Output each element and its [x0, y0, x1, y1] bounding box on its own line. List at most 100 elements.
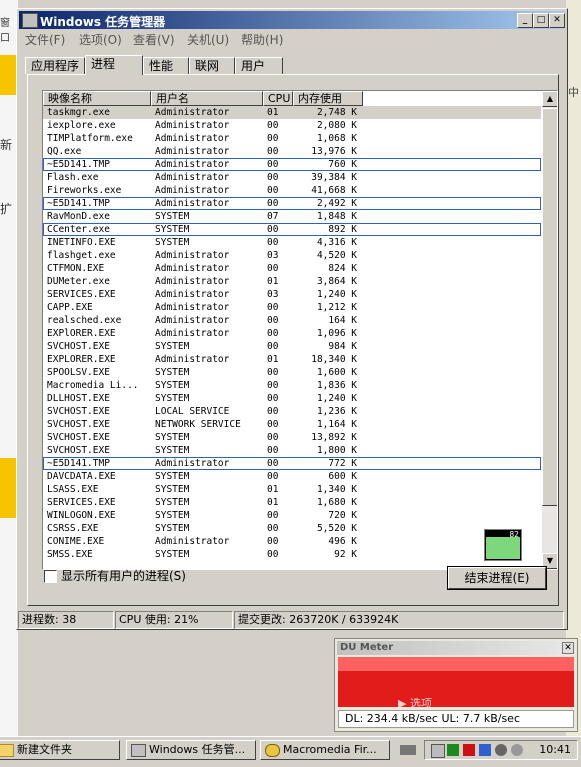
taskbar-button-fireworks[interactable]: Macromedia Fir... [260, 740, 390, 760]
process-row[interactable]: SVCHOST.EXE SYSTEM 00 13,892 K [43, 431, 541, 444]
column-header-image-name[interactable]: 映像名称 [43, 91, 151, 106]
scroll-thumb[interactable] [542, 108, 557, 506]
process-cpu: 00 [267, 393, 279, 404]
du-meter-options-label[interactable]: ▶ 选项 [398, 695, 432, 707]
process-row[interactable]: SVCHOST.EXE SYSTEM 00 984 K [43, 340, 541, 353]
process-name: RavMonD.exe [47, 211, 110, 222]
title-bar[interactable]: Windows 任务管理器 _ □ ✕ [19, 11, 565, 29]
process-row[interactable]: EXPLORER.EXE Administrator 01 18,340 K [43, 353, 541, 366]
process-name: QQ.exe [47, 146, 82, 157]
process-memory: 3,864 K [316, 276, 357, 287]
process-row[interactable]: realsched.exe Administrator 00 164 K [43, 314, 541, 327]
tab-networking[interactable]: 联网 [189, 57, 235, 74]
process-user: SYSTEM [155, 549, 190, 560]
tray-antivirus-icon[interactable] [463, 744, 475, 756]
keyboard-icon[interactable] [400, 745, 416, 755]
system-tray: 10:41 [424, 740, 578, 760]
process-row[interactable]: ~E5D141.TMP Administrator 00 2,492 K [43, 197, 541, 210]
process-row[interactable]: flashget.exe Administrator 03 4,520 K [43, 249, 541, 262]
process-row[interactable]: SVCHOST.EXE SYSTEM 00 1,800 K [43, 444, 541, 457]
process-cpu: 01 [267, 354, 279, 365]
column-header-cpu[interactable]: CPU [263, 91, 293, 106]
process-row[interactable]: SPOOLSV.EXE SYSTEM 00 1,600 K [43, 366, 541, 379]
process-name: CCenter.exe [47, 224, 110, 235]
tab-applications[interactable]: 应用程序 [25, 57, 85, 74]
process-row[interactable]: CCenter.exe SYSTEM 00 892 K [43, 223, 541, 236]
process-row[interactable]: QQ.exe Administrator 00 13,976 K [43, 145, 541, 158]
du-meter-close-icon[interactable]: ✕ [562, 642, 574, 654]
end-process-button[interactable]: 结束进程(E) [447, 566, 547, 590]
menu-file[interactable]: 文件(F) [25, 31, 65, 48]
tray-meter-icon[interactable] [447, 744, 459, 756]
show-all-users-label[interactable]: 显示所有用户的进程(S) [61, 567, 186, 584]
close-button[interactable]: ✕ [549, 13, 565, 28]
process-row[interactable]: CAPP.EXE Administrator 00 1,212 K [43, 301, 541, 314]
process-name: flashget.exe [47, 250, 116, 261]
process-row[interactable]: INETINFO.EXE SYSTEM 00 4,316 K [43, 236, 541, 249]
process-row[interactable]: WINLOGON.EXE SYSTEM 00 720 K [43, 509, 541, 522]
process-row[interactable]: EXPlORER.EXE Administrator 00 1,096 K [43, 327, 541, 340]
tab-performance[interactable]: 性能 [143, 57, 189, 74]
process-name: ~E5D141.TMP [47, 198, 110, 209]
tray-app-icon[interactable] [431, 744, 445, 758]
menu-options[interactable]: 选项(O) [79, 31, 122, 48]
process-list[interactable]: 映像名称 用户名 CPU 内存使用 taskmgr.exe Administrat… [42, 90, 558, 570]
process-row[interactable]: Flash.exe Administrator 00 39,384 K [43, 171, 541, 184]
process-row[interactable]: SVCHOST.EXE NETWORK SERVICE 00 1,164 K [43, 418, 541, 431]
status-cpu-usage: CPU 使用: 21% [115, 611, 233, 629]
process-user: Administrator [155, 263, 230, 274]
background-decor [0, 55, 16, 95]
maximize-button[interactable]: □ [533, 13, 549, 28]
process-row[interactable]: SERVICES.EXE Administrator 03 1,240 K [43, 288, 541, 301]
process-memory: 1,240 K [316, 289, 357, 300]
process-row[interactable]: ~E5D141.TMP Administrator 00 772 K [43, 457, 541, 470]
process-memory: 2,748 K [316, 107, 357, 118]
process-row[interactable]: DLLHOST.EXE SYSTEM 00 1,240 K [43, 392, 541, 405]
process-row[interactable]: DUMeter.exe Administrator 01 3,864 K [43, 275, 541, 288]
show-all-users-checkbox[interactable] [44, 570, 57, 583]
scroll-up-button[interactable]: ▲ [542, 91, 557, 107]
process-row[interactable]: SVCHOST.EXE LOCAL SERVICE 00 1,236 K [43, 405, 541, 418]
process-row[interactable]: taskmgr.exe Administrator 01 2,748 K [43, 106, 541, 119]
process-row[interactable]: LSASS.EXE SYSTEM 01 1,340 K [43, 483, 541, 496]
process-row[interactable]: CTFMON.EXE Administrator 00 824 K [43, 262, 541, 275]
process-user: SYSTEM [155, 380, 190, 391]
process-row[interactable]: CSRSS.EXE SYSTEM 00 5,520 K [43, 522, 541, 535]
taskbar-button-label: 新建文件夹 [17, 743, 72, 756]
menu-help[interactable]: 帮助(H) [241, 31, 283, 48]
taskbar-button-task-manager[interactable]: Windows 任务管... [126, 740, 256, 760]
column-header-memory[interactable]: 内存使用 [293, 91, 363, 106]
process-row[interactable]: TIMPlatform.exe Administrator 00 1,068 K [43, 132, 541, 145]
process-user: NETWORK SERVICE [155, 419, 241, 430]
tray-player-icon[interactable] [495, 744, 507, 756]
du-meter-title[interactable]: DU Meter [337, 641, 575, 655]
process-row[interactable]: iexplore.exe Administrator 00 2,080 K [43, 119, 541, 132]
process-row[interactable]: SMSS.EXE SYSTEM 00 92 K [43, 548, 541, 561]
process-user: SYSTEM [155, 341, 190, 352]
process-row[interactable]: SERVICES.EXE SYSTEM 01 1,680 K [43, 496, 541, 509]
vertical-scrollbar[interactable]: ▲ ▼ [542, 91, 557, 569]
process-memory: 1,236 K [316, 406, 357, 417]
tab-users[interactable]: 用户 [235, 57, 283, 74]
process-cpu: 00 [267, 510, 279, 521]
tab-processes[interactable]: 进程 [85, 55, 143, 75]
process-row[interactable]: Fireworks.exe Administrator 00 41,668 K [43, 184, 541, 197]
tray-network-icon[interactable] [479, 744, 491, 756]
clock[interactable]: 10:41 [539, 743, 571, 756]
process-row[interactable]: Macromedia Li... SYSTEM 00 1,836 K [43, 379, 541, 392]
process-row[interactable]: RavMonD.exe SYSTEM 07 1,848 K [43, 210, 541, 223]
menu-view[interactable]: 查看(V) [133, 31, 175, 48]
process-row[interactable]: CONIME.EXE Administrator 00 496 K [43, 535, 541, 548]
process-row[interactable]: DAVCDATA.EXE SYSTEM 00 600 K [43, 470, 541, 483]
process-cpu: 00 [267, 146, 279, 157]
app-icon [22, 13, 38, 28]
process-cpu: 00 [267, 432, 279, 443]
tray-sound-icon[interactable] [511, 744, 523, 756]
column-header-user[interactable]: 用户名 [151, 91, 263, 106]
taskbar-button-new-folder[interactable]: 新建文件夹 [0, 740, 120, 760]
process-memory: 600 K [328, 471, 357, 482]
process-user: SYSTEM [155, 497, 190, 508]
process-row[interactable]: ~E5D141.TMP Administrator 00 760 K [43, 158, 541, 171]
minimize-button[interactable]: _ [517, 13, 533, 28]
menu-shutdown[interactable]: 关机(U) [187, 31, 229, 48]
